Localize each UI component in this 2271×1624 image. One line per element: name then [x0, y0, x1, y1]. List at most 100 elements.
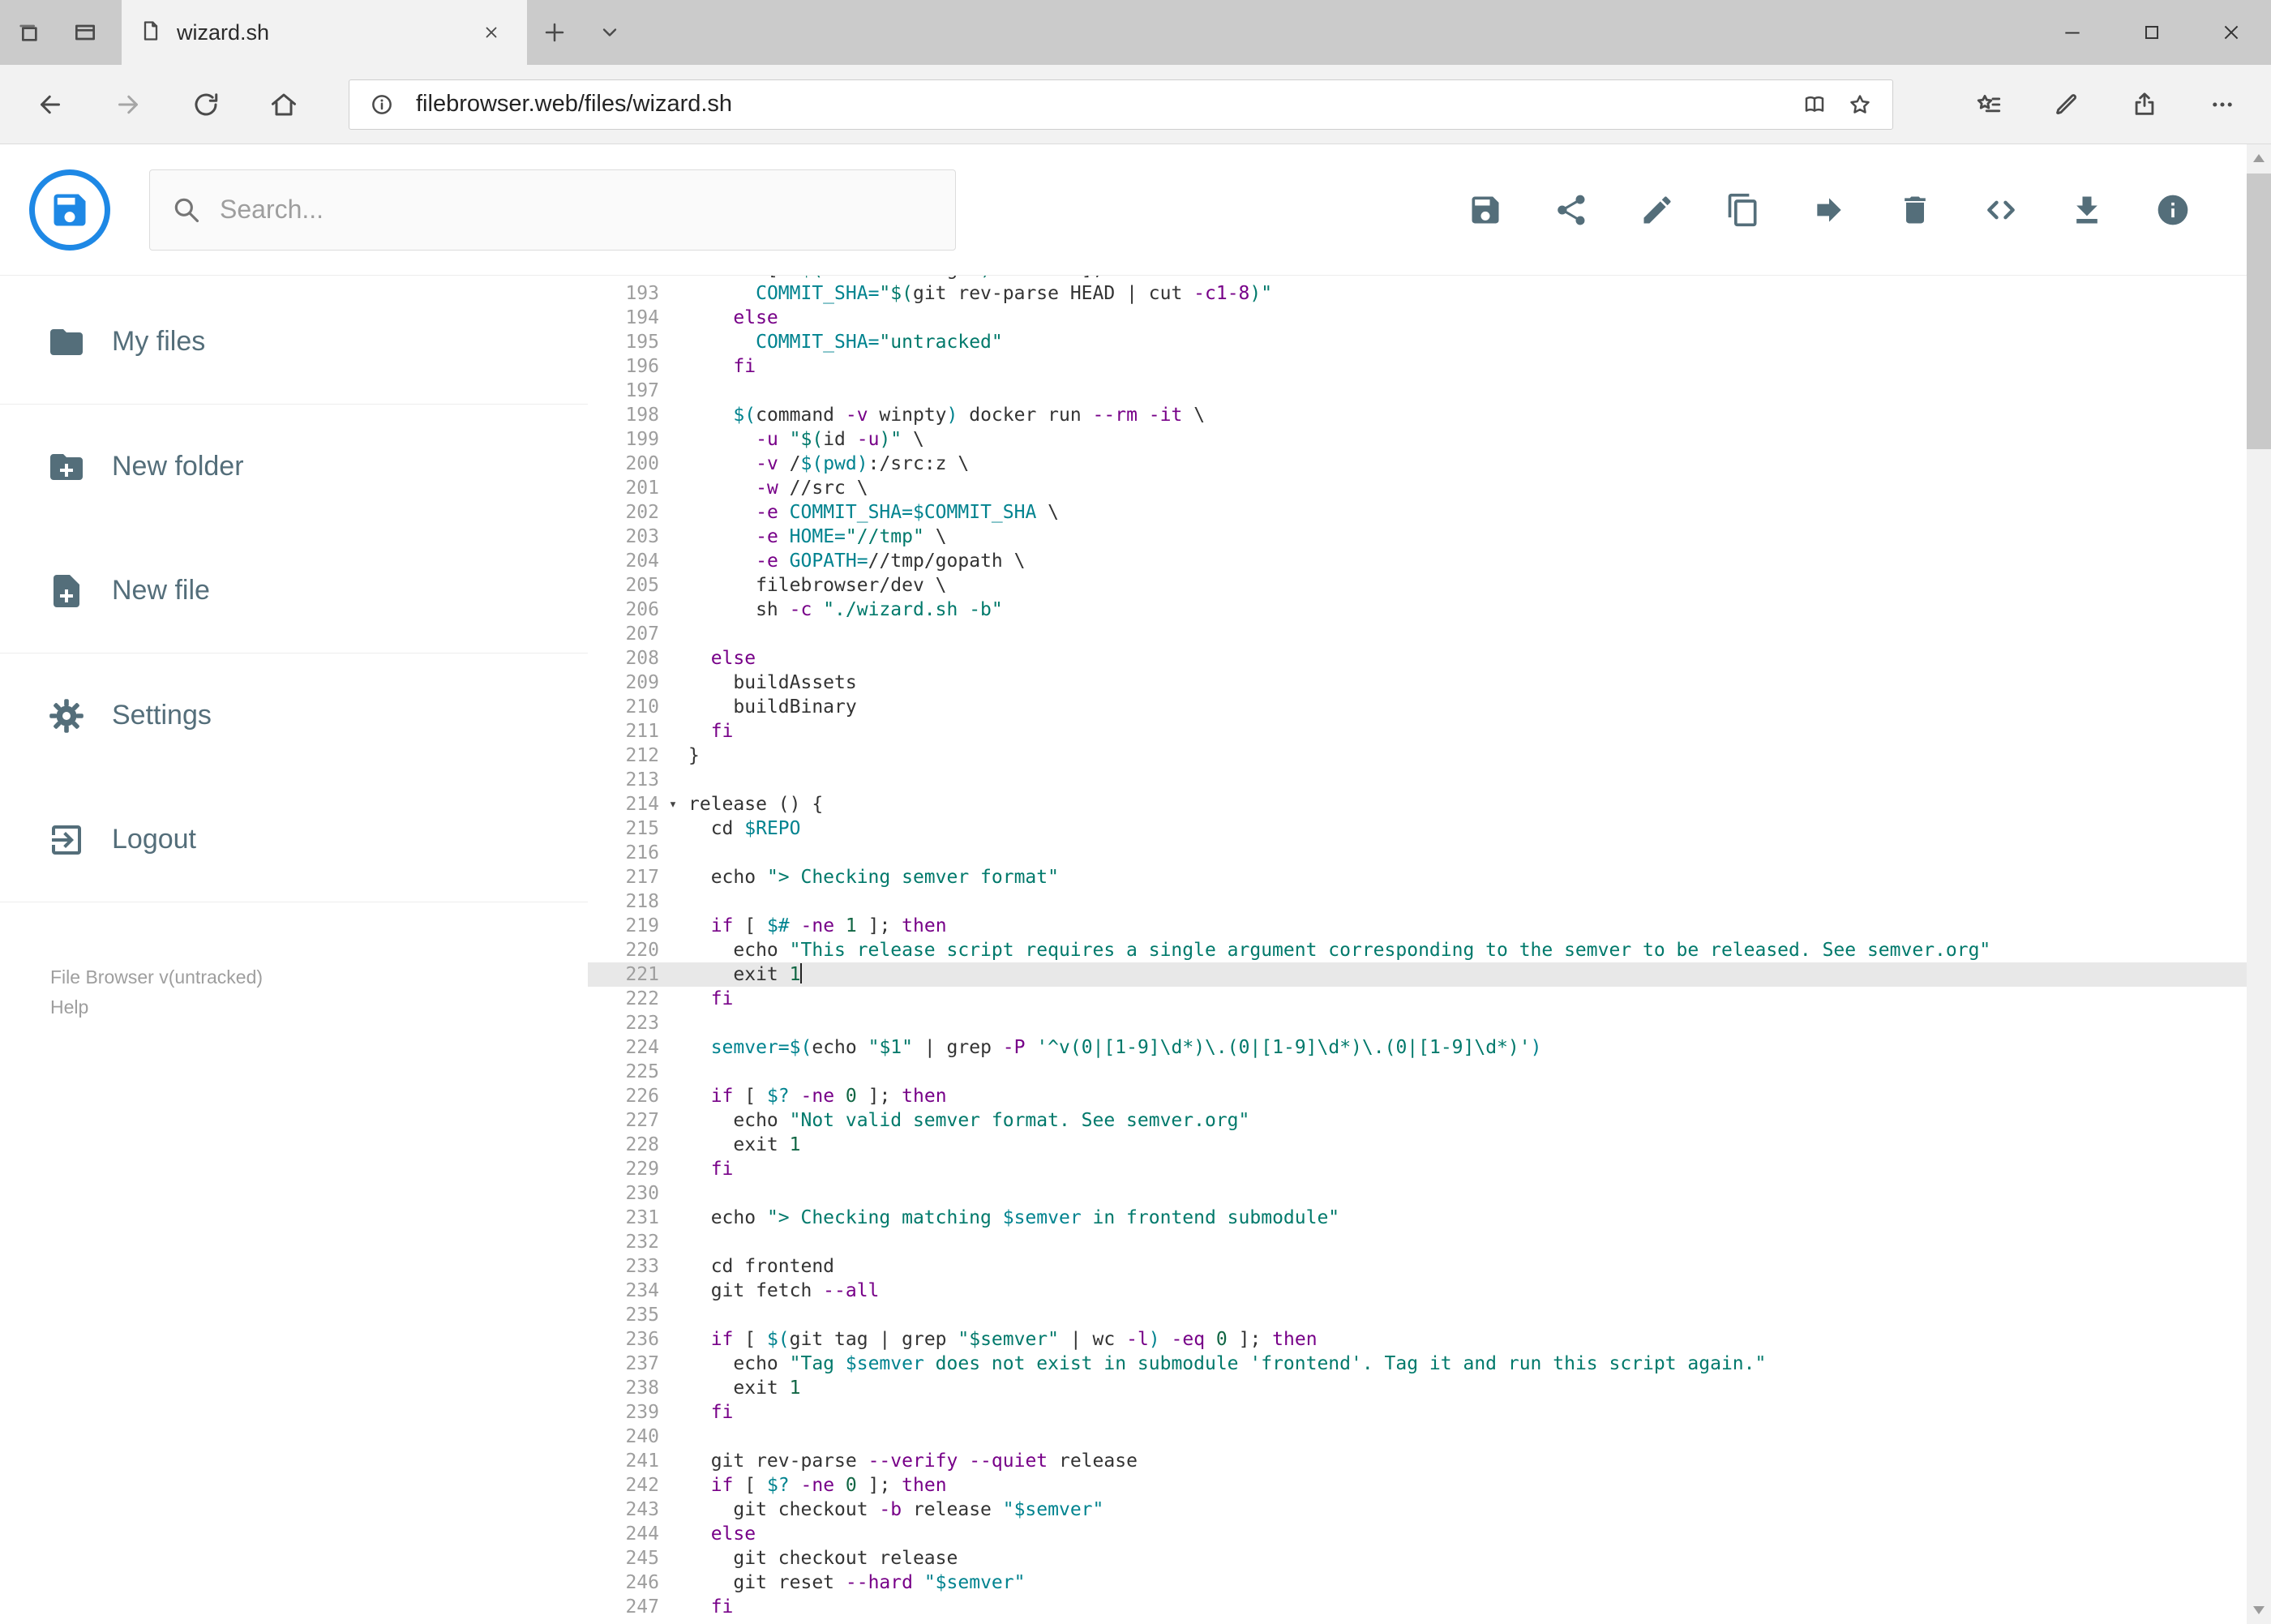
scrollbar-up-icon[interactable]: [2253, 154, 2265, 162]
copy-button[interactable]: [1724, 191, 1763, 229]
hub-favorites-icon[interactable]: [1950, 74, 2028, 135]
tab-list-chevron-icon[interactable]: [582, 0, 637, 65]
search-box[interactable]: [149, 169, 956, 251]
code-line-198[interactable]: 198 $(command -v winpty) docker run --rm…: [588, 403, 2271, 427]
code-line-243[interactable]: 243 git checkout -b release "$semver": [588, 1498, 2271, 1522]
sidebar-item-logout[interactable]: Logout: [0, 778, 588, 902]
code-line-242[interactable]: 242 if [ $? -ne 0 ]; then: [588, 1473, 2271, 1498]
code-line-232[interactable]: 232: [588, 1230, 2271, 1254]
forward-button[interactable]: [91, 74, 165, 135]
code-line-233[interactable]: 233 cd frontend: [588, 1254, 2271, 1279]
code-line-203[interactable]: 203 -e HOME="//tmp" \: [588, 525, 2271, 549]
code-line-240[interactable]: 240: [588, 1425, 2271, 1449]
address-bar[interactable]: filebrowser.web/files/wizard.sh: [349, 79, 1893, 130]
code-line-220[interactable]: 220 echo "This release script requires a…: [588, 938, 2271, 962]
code-line-213[interactable]: 213: [588, 768, 2271, 792]
download-button[interactable]: [2067, 191, 2106, 229]
help-link[interactable]: Help: [50, 992, 588, 1022]
code-line-202[interactable]: 202 -e COMMIT_SHA=$COMMIT_SHA \: [588, 500, 2271, 525]
delete-button[interactable]: [1896, 191, 1935, 229]
code-line-229[interactable]: 229 fi: [588, 1157, 2271, 1181]
browser-tab[interactable]: wizard.sh: [122, 0, 527, 65]
code-line-231[interactable]: 231 echo "> Checking matching $semver in…: [588, 1206, 2271, 1230]
code-line-217[interactable]: 217 echo "> Checking semver format": [588, 865, 2271, 889]
url-text[interactable]: filebrowser.web/files/wizard.sh: [416, 91, 732, 118]
save-button[interactable]: [1466, 191, 1505, 229]
more-menu-icon[interactable]: [2183, 74, 2261, 135]
sidebar-item-new-folder[interactable]: New folder: [0, 405, 588, 529]
sidebar-item-my-files[interactable]: My files: [0, 280, 588, 404]
code-line-234[interactable]: 234 git fetch --all: [588, 1279, 2271, 1303]
code-line-209[interactable]: 209 buildAssets: [588, 671, 2271, 695]
code-line-225[interactable]: 225: [588, 1060, 2271, 1084]
back-button[interactable]: [13, 74, 88, 135]
code-line-201[interactable]: 201 -w //src \: [588, 476, 2271, 500]
scrollbar-thumb[interactable]: [2247, 174, 2271, 449]
code-line-204[interactable]: 204 -e GOPATH=//tmp/gopath \: [588, 549, 2271, 573]
maximize-button[interactable]: [2112, 0, 2192, 65]
code-line-211[interactable]: 211 fi: [588, 719, 2271, 743]
code-line-226[interactable]: 226 if [ $? -ne 0 ]; then: [588, 1084, 2271, 1108]
code-line-196[interactable]: 196 fi: [588, 354, 2271, 379]
code-line-199[interactable]: 199 -u "$(id -u)" \: [588, 427, 2271, 452]
code-line-214[interactable]: 214 ▾ release () {: [588, 792, 2271, 816]
code-line-246[interactable]: 246 git reset --hard "$semver": [588, 1570, 2271, 1595]
code-line-207[interactable]: 207: [588, 622, 2271, 646]
code-line-236[interactable]: 236 if [ $(git tag | grep "$semver" | wc…: [588, 1327, 2271, 1352]
code-view-button[interactable]: [1982, 191, 2020, 229]
code-line-215[interactable]: 215 cd $REPO: [588, 816, 2271, 841]
code-line-227[interactable]: 227 echo "Not valid semver format. See s…: [588, 1108, 2271, 1133]
sidebar-item-new-file[interactable]: New file: [0, 529, 588, 653]
filebrowser-logo[interactable]: [29, 169, 110, 251]
code-line-228[interactable]: 228 exit 1: [588, 1133, 2271, 1157]
code-line-218[interactable]: 218: [588, 889, 2271, 914]
tabs-aside-icon[interactable]: [0, 0, 57, 65]
code-line-221[interactable]: 221 exit 1: [588, 962, 2271, 987]
code-line-222[interactable]: 222 fi: [588, 987, 2271, 1011]
scrollbar-down-icon[interactable]: [2253, 1606, 2265, 1614]
code-line-195[interactable]: 195 COMMIT_SHA="untracked": [588, 330, 2271, 354]
close-button[interactable]: [2192, 0, 2271, 65]
minimize-button[interactable]: [2033, 0, 2112, 65]
code-line-247[interactable]: 247 fi: [588, 1595, 2271, 1619]
code-line-230[interactable]: 230: [588, 1181, 2271, 1206]
code-line-197[interactable]: 197: [588, 379, 2271, 403]
code-editor[interactable]: 192 if [ "$(command -v git)" != "" ]; th…: [588, 275, 2271, 1624]
code-line-245[interactable]: 245 git checkout release: [588, 1546, 2271, 1570]
code-line-193[interactable]: 193 COMMIT_SHA="$(git rev-parse HEAD | c…: [588, 281, 2271, 306]
tab-close-icon[interactable]: [473, 15, 509, 50]
code-line-200[interactable]: 200 -v /$(pwd):/src:z \: [588, 452, 2271, 476]
info-button[interactable]: [2153, 191, 2192, 229]
home-button[interactable]: [246, 74, 321, 135]
code-line-224[interactable]: 224 semver=$(echo "$1" | grep -P '^v(0|[…: [588, 1035, 2271, 1060]
search-input[interactable]: [220, 195, 934, 225]
code-line-205[interactable]: 205 filebrowser/dev \: [588, 573, 2271, 598]
share-button[interactable]: [1552, 191, 1591, 229]
code-line-235[interactable]: 235: [588, 1303, 2271, 1327]
new-tab-button[interactable]: [527, 0, 582, 65]
web-note-pen-icon[interactable]: [2028, 74, 2106, 135]
share-icon[interactable]: [2106, 74, 2183, 135]
code-line-208[interactable]: 208 else: [588, 646, 2271, 671]
code-line-239[interactable]: 239 fi: [588, 1400, 2271, 1425]
page-info-icon[interactable]: [366, 88, 398, 121]
code-line-238[interactable]: 238 exit 1: [588, 1376, 2271, 1400]
code-line-194[interactable]: 194 else: [588, 306, 2271, 330]
code-line-206[interactable]: 206 sh -c "./wizard.sh -b": [588, 598, 2271, 622]
code-line-223[interactable]: 223: [588, 1011, 2271, 1035]
favorite-star-icon[interactable]: [1844, 88, 1876, 121]
page-scrollbar[interactable]: [2247, 144, 2271, 1624]
code-line-244[interactable]: 244 else: [588, 1522, 2271, 1546]
sidebar-item-settings[interactable]: Settings: [0, 653, 588, 778]
code-line-210[interactable]: 210 buildBinary: [588, 695, 2271, 719]
tab-preview-icon[interactable]: [57, 0, 114, 65]
code-line-237[interactable]: 237 echo "Tag $semver does not exist in …: [588, 1352, 2271, 1376]
code-line-241[interactable]: 241 git rev-parse --verify --quiet relea…: [588, 1449, 2271, 1473]
code-line-192[interactable]: 192 if [ "$(command -v git)" != "" ]; th…: [588, 275, 2271, 281]
code-line-219[interactable]: 219 if [ $# -ne 1 ]; then: [588, 914, 2271, 938]
code-line-212[interactable]: 212}: [588, 743, 2271, 768]
edit-button[interactable]: [1638, 191, 1677, 229]
fold-marker-icon[interactable]: ▾: [659, 792, 687, 816]
reading-view-icon[interactable]: [1798, 88, 1831, 121]
move-button[interactable]: [1810, 191, 1849, 229]
